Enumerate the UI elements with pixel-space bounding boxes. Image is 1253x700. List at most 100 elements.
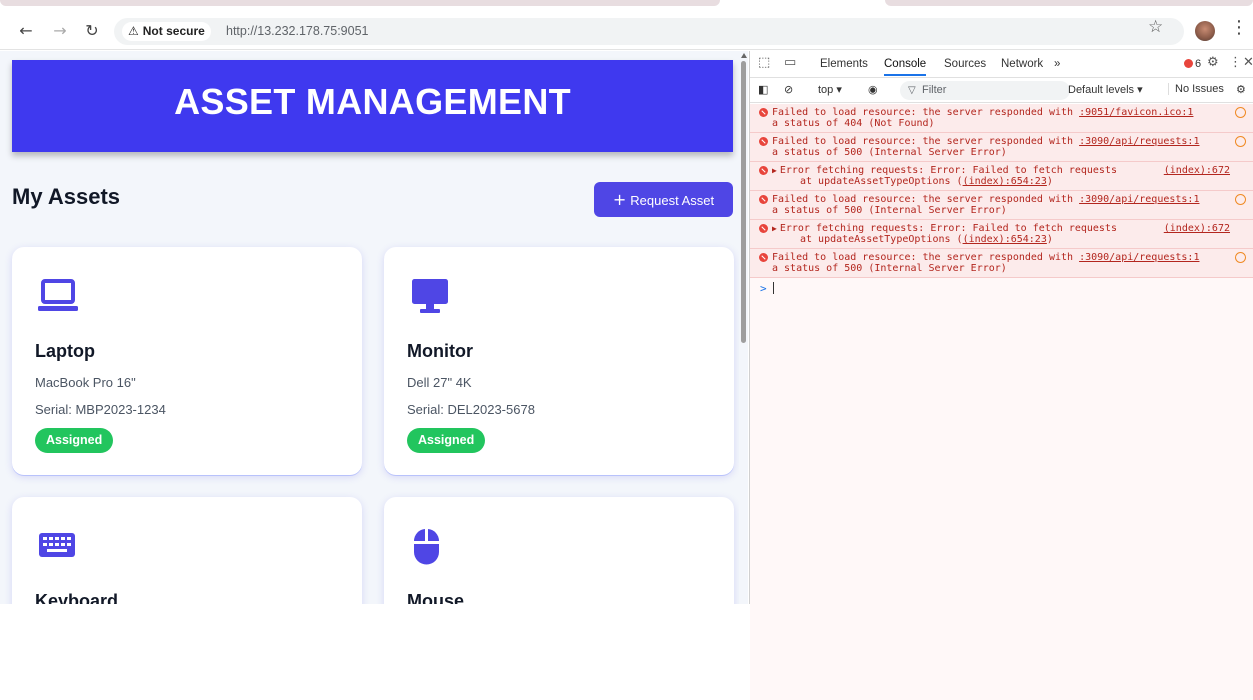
expand-triangle-icon[interactable]: ▶ [772,224,777,233]
network-request-icon[interactable] [1235,136,1246,147]
asset-name: Monitor [407,341,473,361]
warning-icon: ⚠ [128,24,139,38]
prompt-chevron-icon: > [760,282,767,295]
source-link[interactable]: :9051/favicon.ico:1 [1079,107,1193,118]
stack-link[interactable]: (index):654:23 [963,234,1047,245]
console-input[interactable]: > [750,278,1253,300]
mouse-icon [410,527,450,565]
asset-name: Mouse [407,591,465,604]
error-icon [759,108,768,117]
expand-triangle-icon[interactable]: ▶ [772,166,777,175]
page-viewport: ASSET MANAGEMENT My Assets + Request Asse… [0,51,745,604]
star-icon[interactable]: ☆ [1148,17,1163,37]
source-link[interactable]: (index):672 [1164,165,1230,176]
live-expression-eye-icon[interactable]: ◉ [868,83,878,96]
settings-gear-icon[interactable]: ⚙ [1207,55,1219,70]
asset-card-mouse[interactable]: Mouse [384,497,734,604]
error-icon [759,195,768,204]
console-toolbar: ◧ ⊘ top ▾ ◉ ▽ Filter Default levels ▾ No … [750,79,1253,103]
profile-avatar[interactable] [1195,21,1215,41]
log-levels-dropdown[interactable]: Default levels ▾ [1068,83,1143,96]
forward-arrow-icon[interactable]: → [48,20,72,42]
reload-icon[interactable]: ↻ [80,20,104,42]
error-icon [759,166,768,175]
inspect-element-icon[interactable]: ⬚ [758,55,770,70]
plus-icon: + [612,190,627,209]
error-icon [759,137,768,146]
message-text: a status of 500 (Internal Server Error) [772,263,1007,274]
issues-button[interactable]: No Issues [1168,83,1224,95]
device-toolbar-icon[interactable]: ▭ [784,55,796,70]
stack-frame: at updateAssetTypeOptions ((index):654:2… [772,234,1232,245]
sidebar-toggle-icon[interactable]: ◧ [758,83,768,96]
tab-strip-segment[interactable] [0,0,720,6]
asset-serial: Serial: MBP2023-1234 [35,402,166,417]
asset-card-monitor[interactable]: Monitor Dell 27" 4K Serial: DEL2023-5678… [384,247,734,475]
context-selector[interactable]: top ▾ [818,83,842,96]
network-request-icon[interactable] [1235,252,1246,263]
message-text: a status of 404 (Not Found) [772,118,935,129]
kebab-menu-icon[interactable]: ⋮ [1230,17,1248,38]
close-icon[interactable]: ✕ [1243,55,1253,70]
console-error-message[interactable]: ▶ Error fetching requests: Error: Failed … [750,162,1253,191]
stack-text: ) [1046,176,1053,187]
request-asset-label: Request Asset [630,193,715,208]
section-title: My Assets [12,184,121,209]
scrollbar-thumb[interactable] [741,61,746,343]
asset-serial: Serial: DEL2023-5678 [407,402,535,417]
filter-icon: ▽ [908,85,916,96]
message-text: Error fetching requests: Error: Failed t… [779,223,1117,234]
error-count: 6 [1195,58,1202,70]
console-messages: Failed to load resource: the server resp… [750,104,1253,700]
stack-link[interactable]: (index):654:23 [963,176,1047,187]
status-badge: Assigned [35,428,114,453]
asset-card-laptop[interactable]: Laptop MacBook Pro 16" Serial: MBP2023-1… [12,247,362,475]
console-error-message[interactable]: Failed to load resource: the server resp… [750,133,1253,162]
keyboard-icon [38,527,78,563]
url-text[interactable]: http://13.232.178.75:9051 [226,18,369,45]
source-link[interactable]: :3090/api/requests:1 [1079,252,1199,263]
network-request-icon[interactable] [1235,107,1246,118]
tab-console[interactable]: Console [884,58,927,76]
tab-elements[interactable]: Elements [820,58,868,70]
tab-sources[interactable]: Sources [944,58,986,70]
clear-console-icon[interactable]: ⊘ [784,83,793,96]
security-chip[interactable]: ⚠ Not secure [122,22,211,41]
tab-strip-segment[interactable] [885,0,1253,6]
page-scrollbar[interactable] [739,51,748,604]
stack-text: at updateAssetTypeOptions ( [800,176,963,187]
console-settings-gear-icon[interactable]: ⚙ [1236,83,1246,96]
source-link[interactable]: :3090/api/requests:1 [1079,194,1199,205]
devtools-panel: ⬚ ▭ Elements Console Sources Network » 6… [749,51,1253,700]
devtools-tabbar: ⬚ ▭ Elements Console Sources Network » 6… [750,51,1253,78]
message-text: a status of 500 (Internal Server Error) [772,205,1007,216]
security-label: Not secure [142,24,205,38]
asset-name: Laptop [35,341,95,361]
tab-network[interactable]: Network [1001,58,1043,70]
console-empty-area[interactable] [750,300,1253,700]
asset-model: Dell 27" 4K [407,375,472,390]
page-title: ASSET MANAGEMENT [174,81,571,122]
browser-toolbar: ← → ↻ ⚠ Not secure http://13.232.178.75:9… [0,12,1253,50]
console-error-message[interactable]: ▶ Error fetching requests: Error: Failed … [750,220,1253,249]
message-text: Error fetching requests: Error: Failed t… [779,165,1117,176]
message-text: Failed to load resource: the server resp… [772,252,1074,263]
scroll-up-arrow-icon[interactable] [741,53,747,58]
back-arrow-icon[interactable]: ← [14,20,38,42]
more-tabs-icon[interactable]: » [1054,58,1060,70]
asset-name: Keyboard [35,591,119,604]
error-count-badge[interactable]: 6 [1184,58,1201,70]
console-error-message[interactable]: Failed to load resource: the server resp… [750,249,1253,278]
source-link[interactable]: :3090/api/requests:1 [1079,136,1199,147]
network-request-icon[interactable] [1235,194,1246,205]
asset-card-keyboard[interactable]: Keyboard [12,497,362,604]
filter-input[interactable]: ▽ Filter [900,81,1070,100]
address-bar[interactable]: ⚠ Not secure http://13.232.178.75:9051 [114,18,1184,45]
devtools-kebab-icon[interactable]: ⋮ [1229,55,1242,70]
console-error-message[interactable]: Failed to load resource: the server resp… [750,104,1253,133]
console-error-message[interactable]: Failed to load resource: the server resp… [750,191,1253,220]
source-link[interactable]: (index):672 [1164,223,1230,234]
request-asset-button[interactable]: + Request Asset [594,182,733,217]
tab-strip [0,0,1253,12]
error-icon [1184,59,1193,68]
